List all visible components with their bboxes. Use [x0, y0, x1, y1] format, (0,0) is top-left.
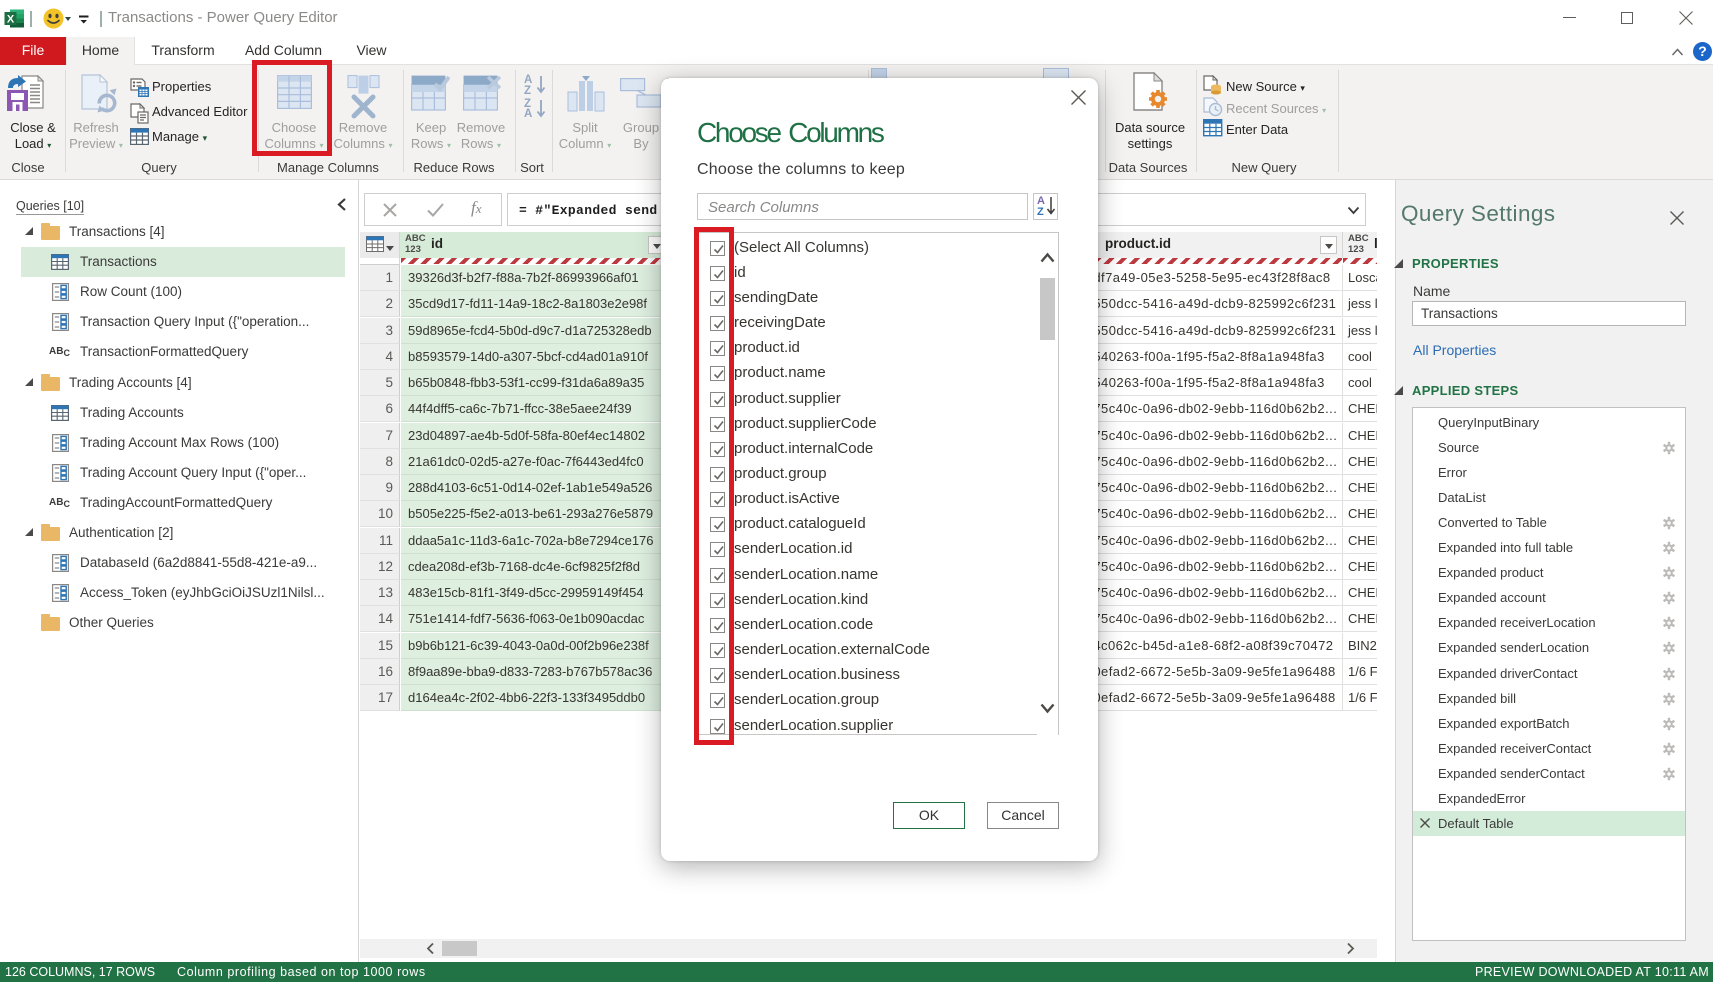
svg-text:X: X	[7, 14, 15, 26]
